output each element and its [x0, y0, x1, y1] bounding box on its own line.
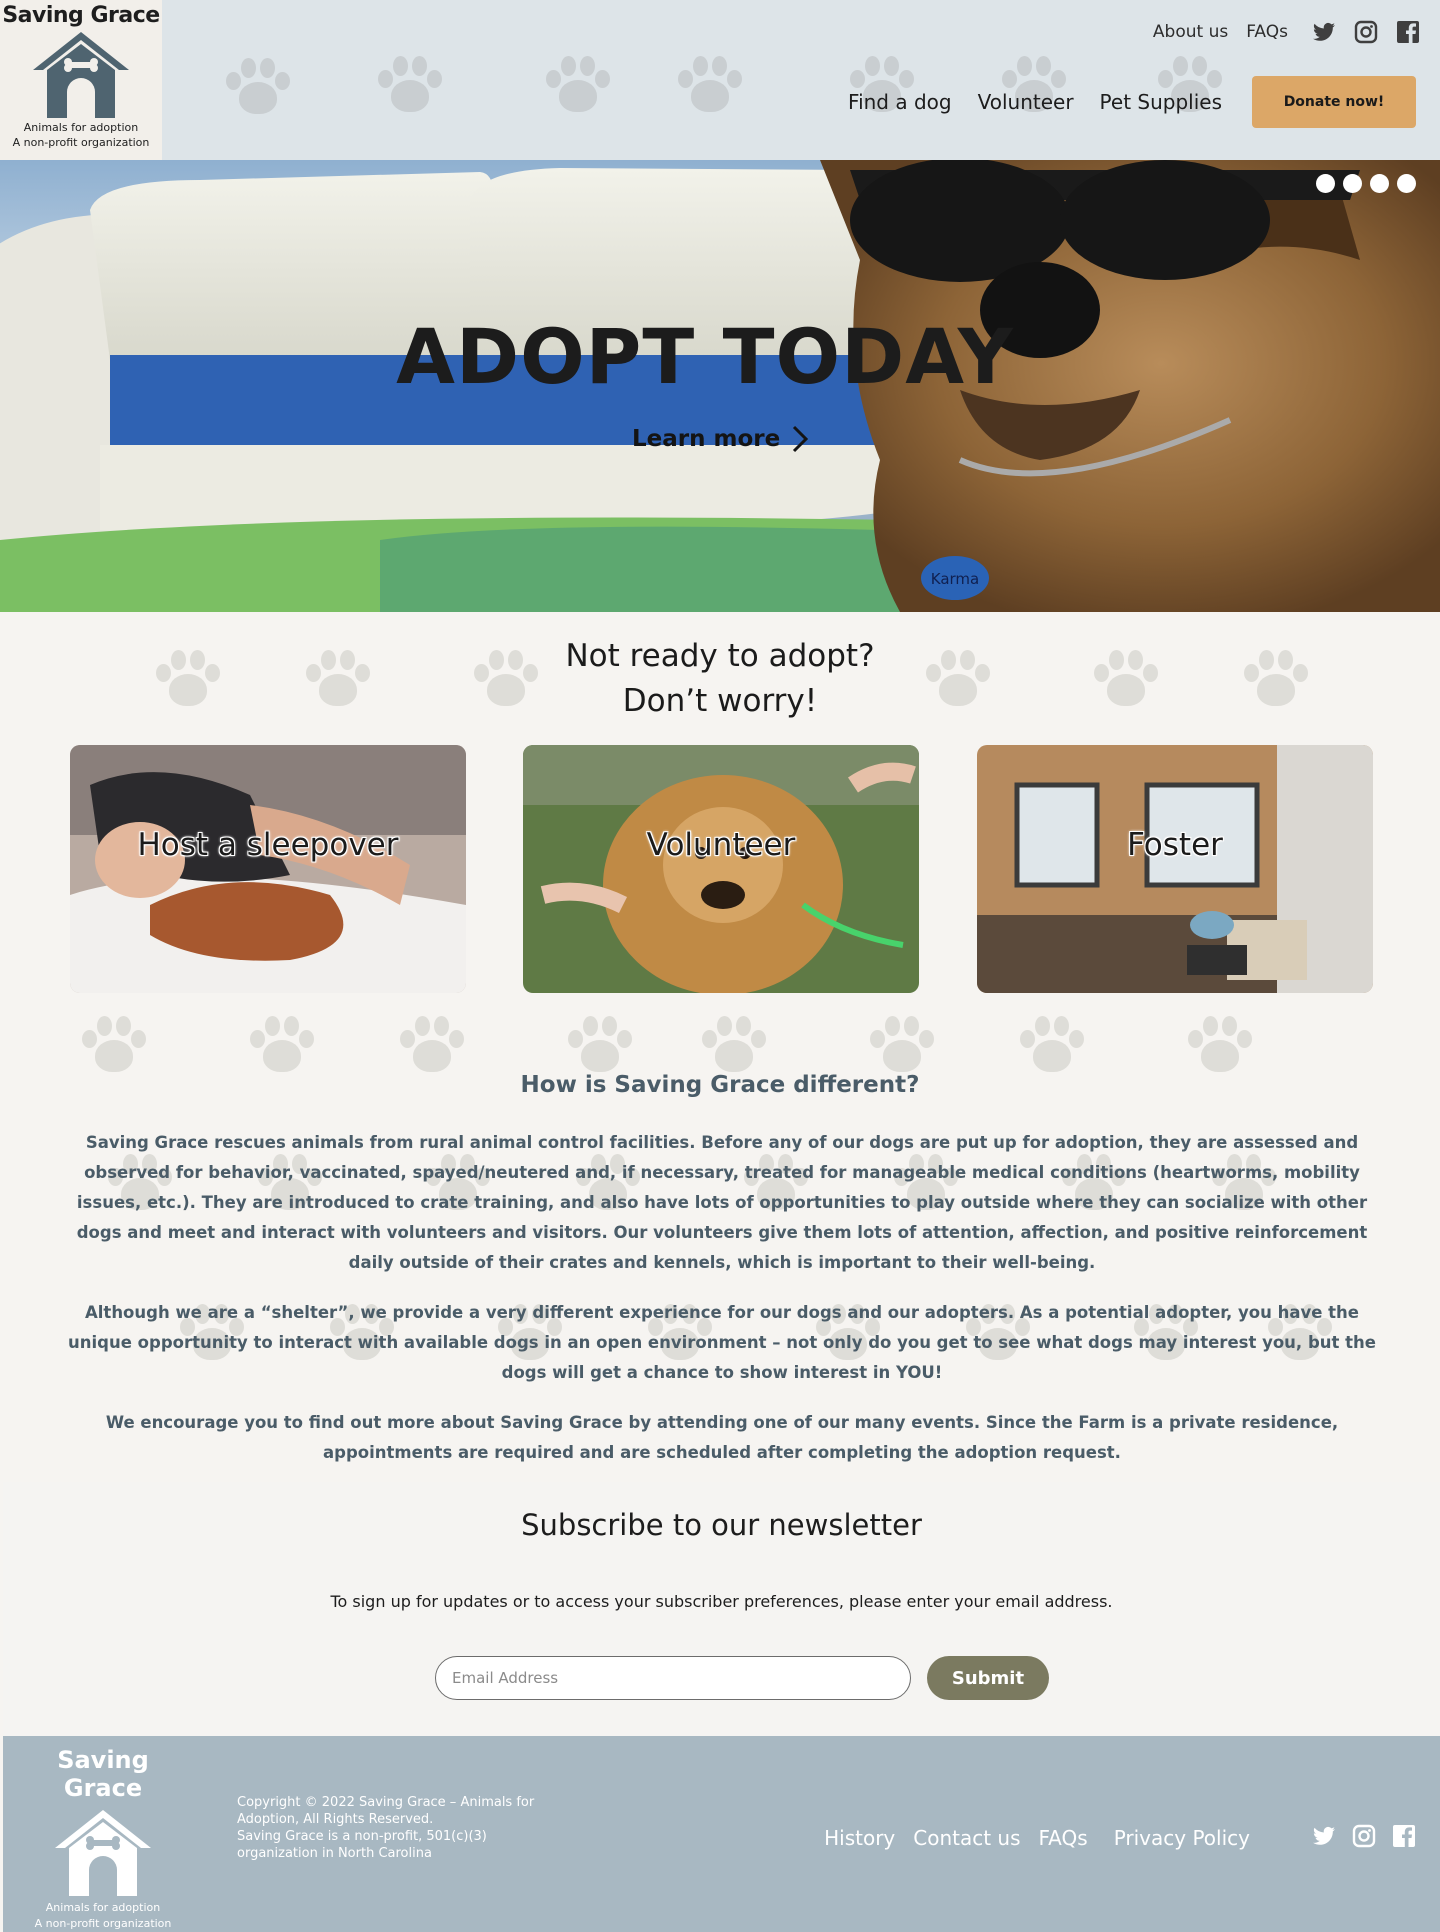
- newsletter-section: Subscribe to our newsletter To sign up f…: [3, 1482, 1440, 1736]
- site-logo[interactable]: Saving Grace Animals for adoption A non-…: [0, 0, 162, 160]
- difference-body: Saving Grace rescues animals from rural …: [58, 1128, 1386, 1482]
- logo-title: Saving Grace: [2, 3, 160, 28]
- carousel-dots: [1316, 174, 1416, 193]
- card-photo-foster: [977, 745, 1373, 993]
- doghouse-icon: [33, 32, 129, 118]
- footer-logo-subtitle-1: Animals for adoption: [45, 1901, 161, 1914]
- card-label: Foster: [1127, 827, 1223, 863]
- nav-pet-supplies[interactable]: Pet Supplies: [1100, 90, 1222, 114]
- footer-contact-link[interactable]: Contact us: [913, 1826, 1020, 1850]
- facebook-icon[interactable]: [1396, 20, 1420, 44]
- not-ready-heading: Not ready to adopt? Don’t worry!: [0, 634, 1440, 724]
- card-host-sleepover[interactable]: Host a sleepover: [70, 745, 466, 993]
- chevron-right-icon: [793, 425, 809, 453]
- footer-logo-title: Saving Grace: [57, 1746, 149, 1802]
- instagram-icon[interactable]: [1354, 20, 1378, 44]
- site-footer: Saving Grace Animals for adoption A non-…: [3, 1736, 1440, 1932]
- instagram-icon[interactable]: [1352, 1824, 1376, 1848]
- footer-faqs-link[interactable]: FAQs: [1039, 1826, 1088, 1850]
- heading-line-2: Don’t worry!: [622, 683, 818, 719]
- difference-paragraph-3: We encourage you to find out more about …: [105, 1413, 1339, 1462]
- carousel-dot-3[interactable]: [1370, 174, 1389, 193]
- content-section: Not ready to adopt? Don’t worry! Host a …: [0, 612, 1440, 1482]
- card-volunteer[interactable]: Volunteer: [523, 745, 919, 993]
- carousel-dot-2[interactable]: [1343, 174, 1362, 193]
- card-photo-volunteer: [523, 745, 919, 993]
- difference-title: How is Saving Grace different?: [520, 1072, 920, 1098]
- heading-line-1: Not ready to adopt?: [565, 638, 875, 674]
- newsletter-text: To sign up for updates or to access your…: [330, 1592, 1113, 1611]
- carousel-dot-1[interactable]: [1316, 174, 1335, 193]
- facebook-icon[interactable]: [1392, 1824, 1416, 1848]
- footer-history-link[interactable]: History: [824, 1826, 895, 1850]
- hero-banner: Karma ADOPT TODAY Learn more: [0, 160, 1440, 612]
- newsletter-title: Subscribe to our newsletter: [521, 1508, 922, 1542]
- difference-paragraph-1: Saving Grace rescues animals from rural …: [76, 1133, 1368, 1272]
- copyright-line-2: Saving Grace is a non-profit, 501(c)(3) …: [237, 1829, 487, 1861]
- logo-subtitle-1: Animals for adoption: [23, 121, 139, 134]
- main-nav: Find a dog Volunteer Pet Supplies Donate…: [848, 76, 1416, 128]
- twitter-icon[interactable]: [1312, 20, 1336, 44]
- top-links: About us FAQs: [1153, 20, 1420, 44]
- card-photo-sleepover: [70, 745, 466, 993]
- footer-social: [1312, 1824, 1416, 1848]
- nav-find-a-dog[interactable]: Find a dog: [848, 90, 952, 114]
- faqs-link[interactable]: FAQs: [1246, 22, 1288, 42]
- card-foster[interactable]: Foster: [977, 745, 1373, 993]
- footer-logo-subtitle-2: A non-profit organization: [34, 1917, 172, 1930]
- about-us-link[interactable]: About us: [1153, 22, 1228, 42]
- donate-button[interactable]: Donate now!: [1252, 76, 1416, 128]
- doghouse-icon: [55, 1810, 151, 1896]
- learn-more-label: Learn more: [632, 426, 781, 452]
- dog-tag-text: Karma: [931, 570, 979, 588]
- footer-links: History Contact us FAQs Privacy Policy: [824, 1826, 1250, 1850]
- nav-volunteer[interactable]: Volunteer: [978, 90, 1074, 114]
- twitter-icon[interactable]: [1312, 1824, 1336, 1848]
- footer-copyright: Copyright © 2022 Saving Grace – Animals …: [237, 1794, 557, 1862]
- carousel-dot-4[interactable]: [1397, 174, 1416, 193]
- submit-button[interactable]: Submit: [927, 1656, 1049, 1700]
- card-label: Host a sleepover: [137, 827, 399, 863]
- site-header: Saving Grace Animals for adoption A non-…: [0, 0, 1440, 160]
- footer-privacy-link[interactable]: Privacy Policy: [1114, 1826, 1250, 1850]
- hero-title: ADOPT TODAY: [396, 312, 1014, 401]
- card-label: Volunteer: [646, 827, 796, 863]
- difference-paragraph-2: Although we are a “shelter”, we provide …: [68, 1303, 1376, 1382]
- logo-subtitle-2: A non-profit organization: [12, 136, 150, 149]
- email-field[interactable]: [435, 1656, 911, 1700]
- copyright-line-1: Copyright © 2022 Saving Grace – Animals …: [237, 1795, 535, 1827]
- footer-logo[interactable]: Saving Grace Animals for adoption A non-…: [23, 1746, 183, 1932]
- learn-more-link[interactable]: Learn more: [632, 424, 810, 454]
